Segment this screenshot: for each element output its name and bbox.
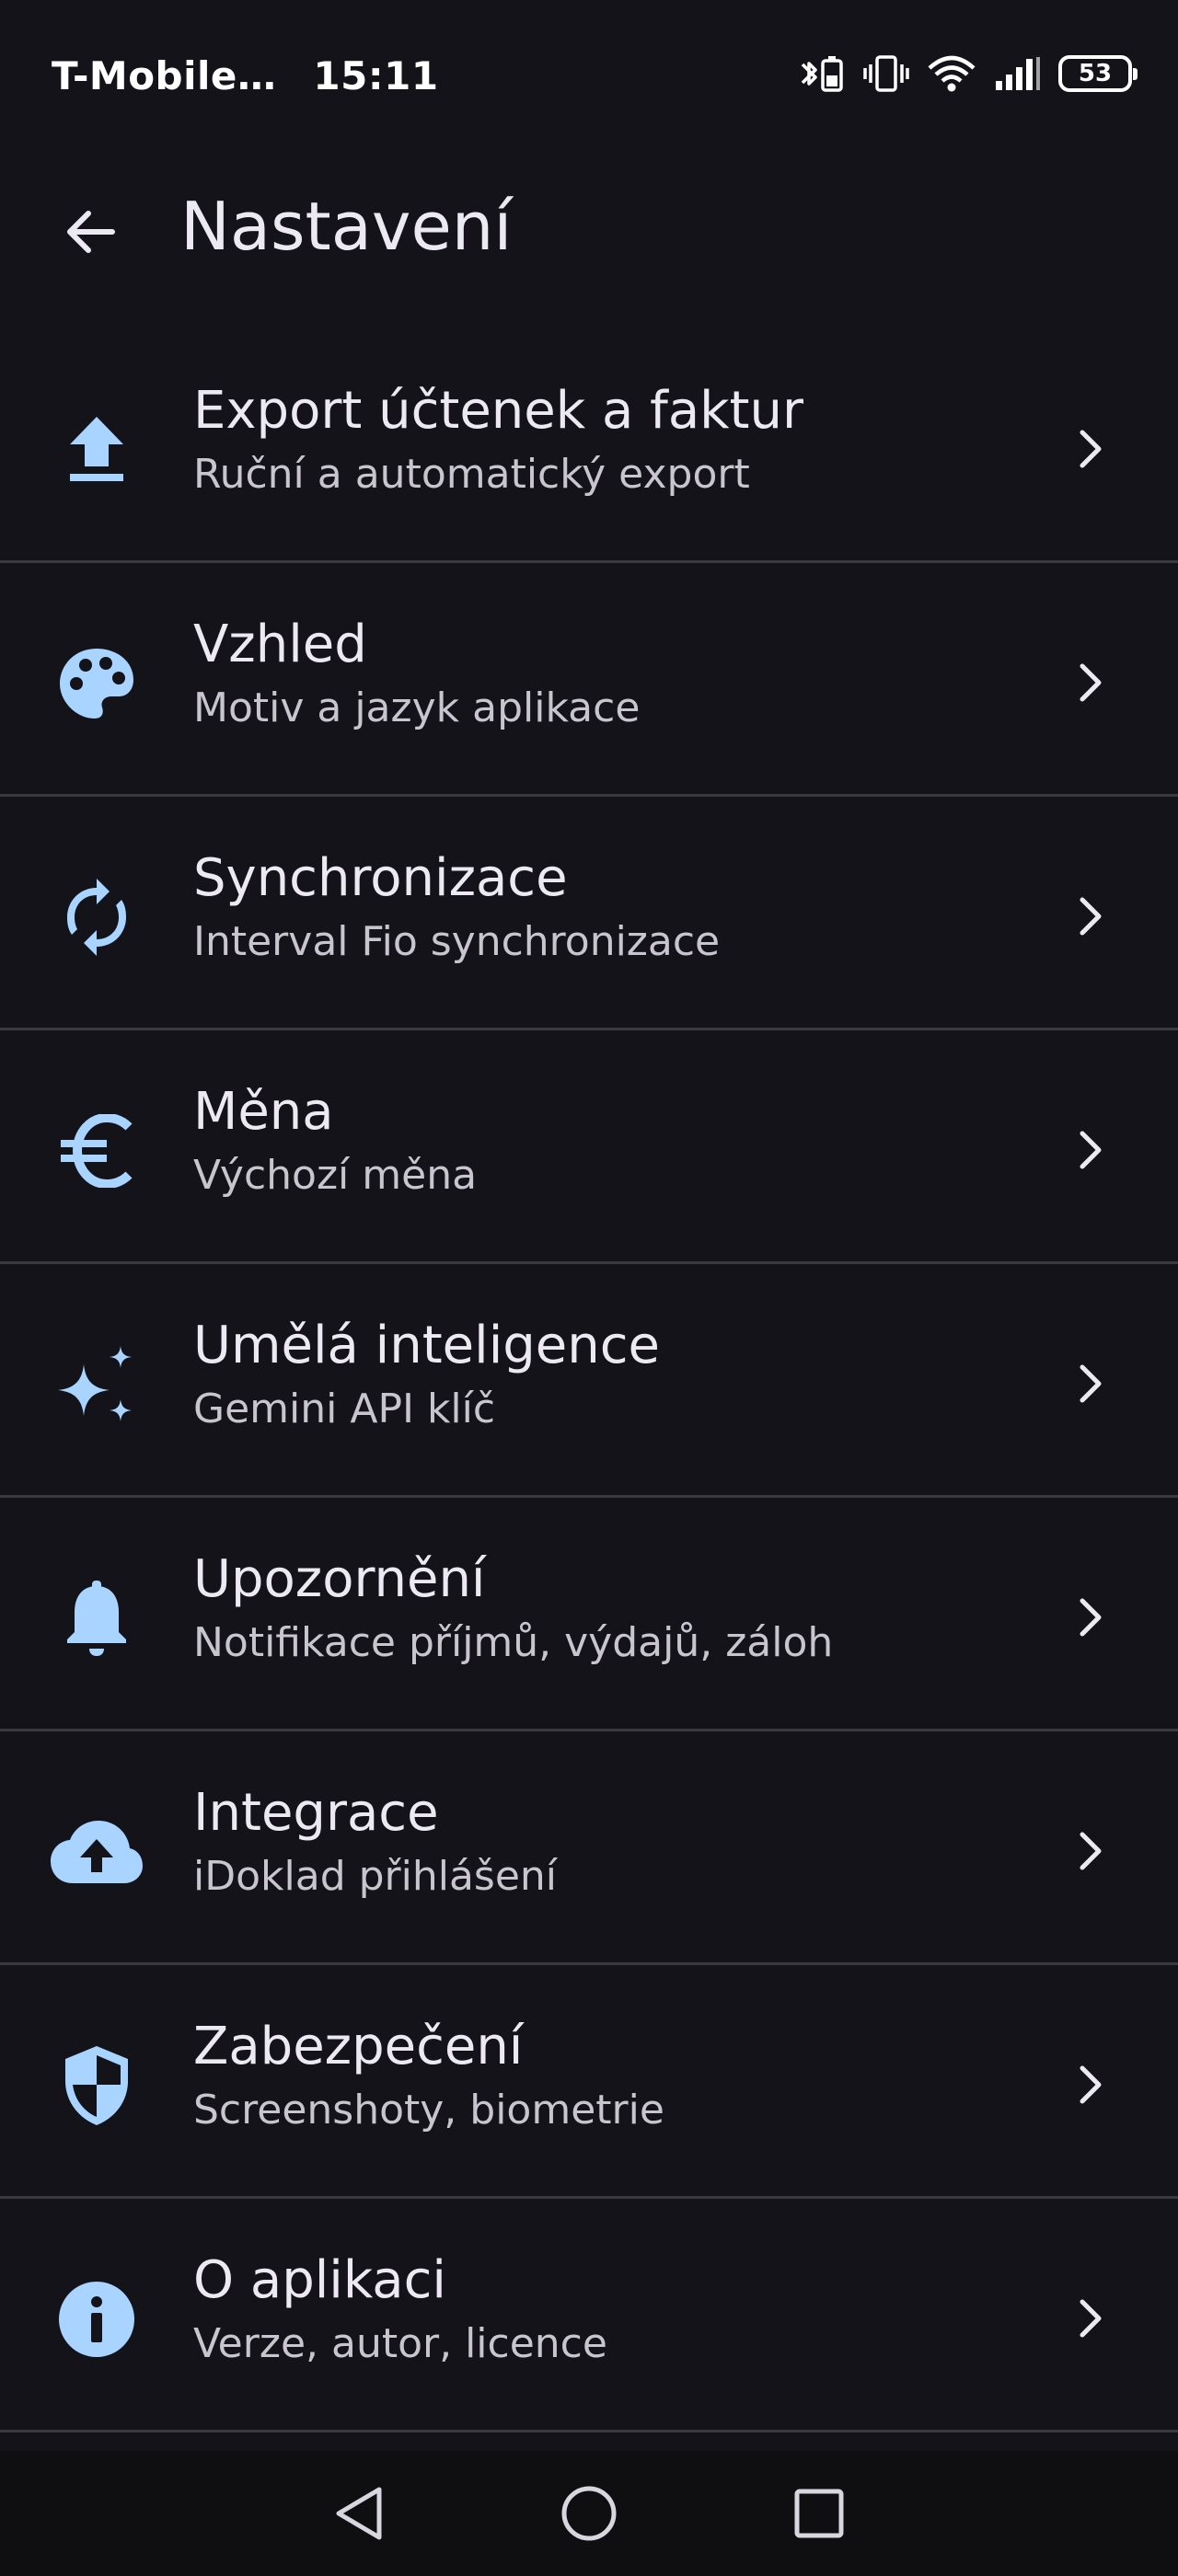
chevron-right-icon — [1068, 1356, 1114, 1411]
settings-item-sync[interactable]: Synchronizace Interval Fio synchronizace — [0, 797, 1178, 1030]
item-title: Integrace — [193, 1783, 439, 1843]
chevron-right-icon — [1068, 421, 1114, 477]
euro-icon — [46, 1100, 147, 1202]
shield-icon — [46, 2035, 147, 2136]
square-recents-icon — [794, 2489, 844, 2538]
chevron-right-icon — [1068, 2057, 1114, 2112]
page-title: Nastavení — [180, 188, 513, 265]
info-icon — [46, 2269, 147, 2370]
settings-item-export[interactable]: Export účtenek a faktur Ruční a automati… — [0, 329, 1178, 563]
status-left: T-Mobile… 15:11 — [52, 53, 439, 98]
item-title: Synchronizace — [193, 848, 568, 908]
sync-icon — [46, 867, 147, 968]
item-subtitle: Interval Fio synchronizace — [193, 918, 721, 965]
item-subtitle: Gemini API klíč — [193, 1386, 496, 1432]
cloud-upload-icon — [46, 1801, 147, 1903]
status-bar: T-Mobile… 15:11 53 — [0, 0, 1178, 156]
item-subtitle: Notifikace příjmů, výdajů, záloh — [193, 1619, 834, 1666]
signal-icon — [996, 57, 1040, 90]
item-title: Zabezpečení — [193, 2017, 524, 2076]
chevron-right-icon — [1068, 889, 1114, 944]
sparkles-icon — [46, 1334, 147, 1435]
item-subtitle: Verze, autor, licence — [193, 2320, 607, 2367]
back-button[interactable] — [52, 193, 129, 270]
settings-item-appearance[interactable]: Vzhled Motiv a jazyk aplikace — [0, 563, 1178, 797]
chevron-right-icon — [1068, 1122, 1114, 1178]
settings-item-ai[interactable]: Umělá inteligence Gemini API klíč — [0, 1264, 1178, 1498]
bluetooth-battery-icon — [801, 56, 843, 92]
item-title: O aplikaci — [193, 2250, 446, 2310]
palette-icon — [46, 633, 147, 734]
upload-icon — [46, 399, 147, 500]
chevron-right-icon — [1068, 1823, 1114, 1879]
settings-item-security[interactable]: Zabezpečení Screenshoty, biometrie — [0, 1965, 1178, 2199]
item-subtitle: Motiv a jazyk aplikace — [193, 684, 641, 731]
settings-item-about[interactable]: O aplikaci Verze, autor, licence — [0, 2199, 1178, 2432]
chevron-right-icon — [1068, 2291, 1114, 2346]
item-subtitle: Screenshoty, biometrie — [193, 2087, 664, 2133]
battery-indicator: 53 — [1058, 55, 1138, 92]
wifi-icon — [928, 55, 976, 92]
settings-list: Export účtenek a faktur Ruční a automati… — [0, 329, 1178, 2432]
item-subtitle: iDoklad přihlášení — [193, 1853, 558, 1900]
triangle-back-icon — [336, 2487, 382, 2540]
settings-item-notifications[interactable]: Upozornění Notifikace příjmů, výdajů, zá… — [0, 1498, 1178, 1731]
vibrate-icon — [863, 55, 909, 92]
chevron-right-icon — [1068, 655, 1114, 710]
nav-home-button[interactable] — [552, 2477, 626, 2550]
clock: 15:11 — [313, 53, 439, 98]
item-title: Export účtenek a faktur — [193, 381, 804, 441]
carrier-label: T-Mobile… — [52, 53, 277, 98]
chevron-right-icon — [1068, 1590, 1114, 1645]
item-subtitle: Ruční a automatický export — [193, 451, 750, 498]
status-icons: 53 — [799, 53, 1138, 94]
nav-back-button[interactable] — [322, 2477, 396, 2550]
item-subtitle: Výchozí měna — [193, 1152, 478, 1199]
item-title: Měna — [193, 1082, 334, 1142]
settings-item-currency[interactable]: Měna Výchozí měna — [0, 1030, 1178, 1264]
navigation-bar — [0, 2451, 1178, 2576]
item-title: Vzhled — [193, 615, 367, 674]
item-title: Umělá inteligence — [193, 1316, 660, 1375]
circle-home-icon — [561, 2486, 617, 2541]
arrow-back-icon — [67, 211, 115, 253]
nav-recents-button[interactable] — [782, 2477, 856, 2550]
item-title: Upozornění — [193, 1549, 486, 1609]
settings-item-integrations[interactable]: Integrace iDoklad přihlášení — [0, 1731, 1178, 1965]
app-bar: Nastavení — [0, 156, 1178, 304]
bell-icon — [46, 1568, 147, 1669]
battery-level: 53 — [1078, 60, 1113, 87]
